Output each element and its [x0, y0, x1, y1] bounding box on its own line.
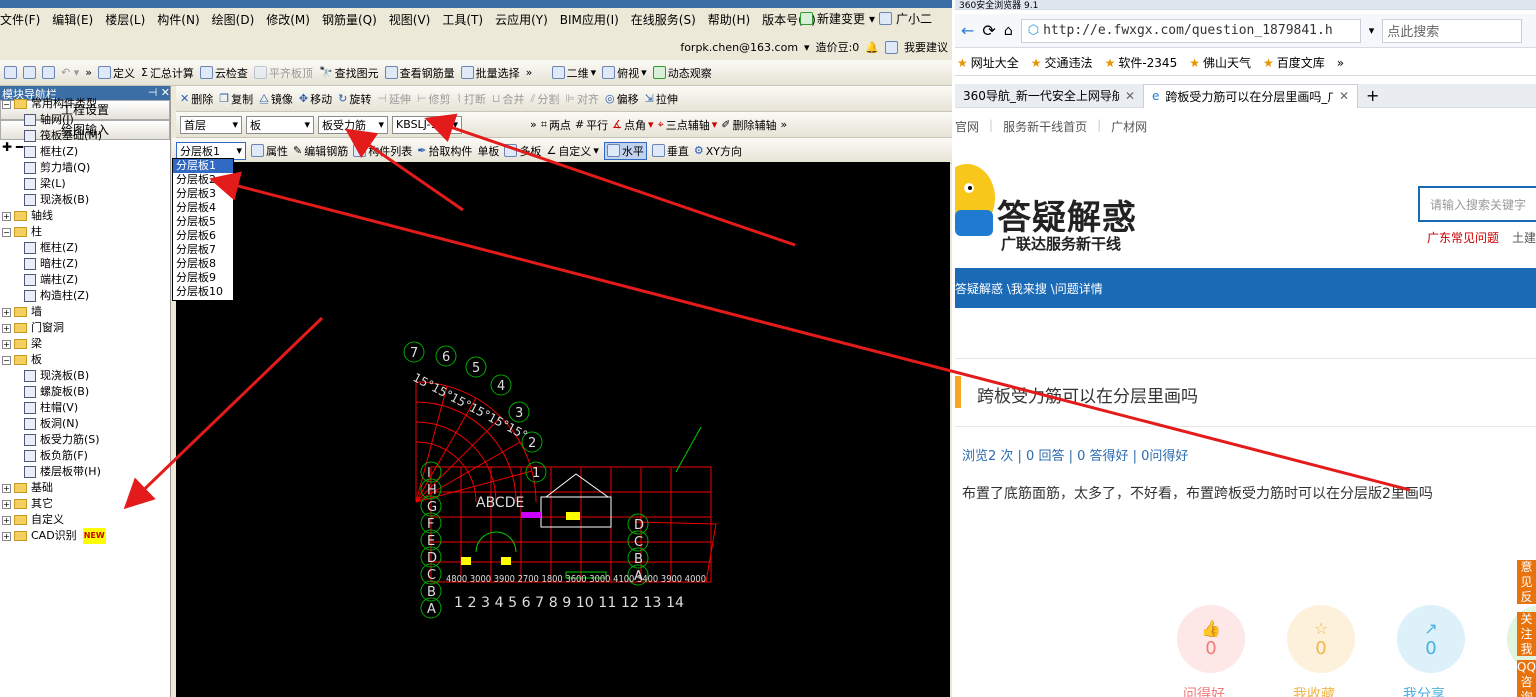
- annotation-arrow: [209, 171, 1411, 492]
- annotation-arrow: [424, 113, 796, 247]
- annotation-overlay: [123, 113, 1411, 510]
- annotation-arrow: [345, 128, 464, 212]
- annotation-arrow: [123, 316, 324, 510]
